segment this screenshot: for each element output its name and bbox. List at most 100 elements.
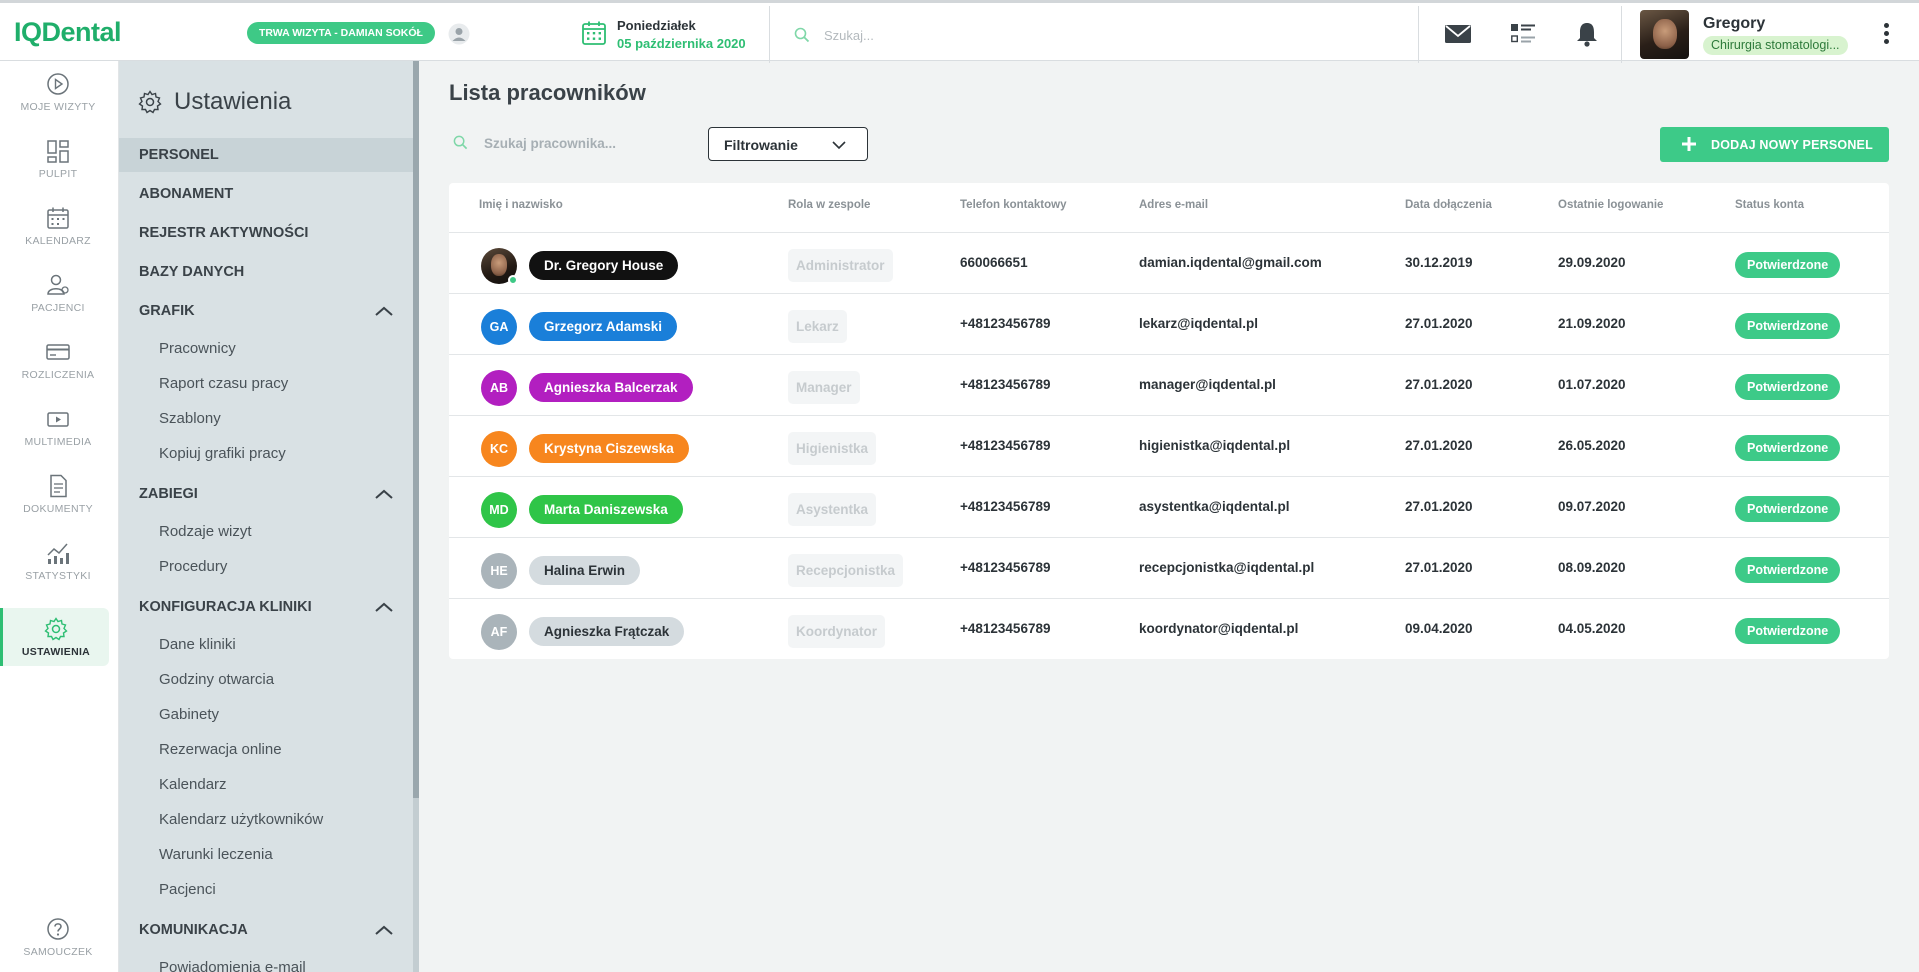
- column-header-joined[interactable]: Data dołączenia: [1405, 199, 1492, 211]
- play-circle-icon: [47, 73, 69, 95]
- settings-section-komunikacja[interactable]: KOMUNIKACJA: [119, 913, 413, 947]
- section-label: KONFIGURACJA KLINIKI: [139, 599, 312, 615]
- global-search-input[interactable]: [824, 23, 1224, 47]
- nav-pacjenci[interactable]: PACJENCI: [0, 264, 116, 322]
- employee-search-input[interactable]: [484, 131, 674, 155]
- employee-name[interactable]: Grzegorz Adamski: [529, 312, 678, 341]
- avatar: [481, 248, 518, 285]
- employee-name[interactable]: Halina Erwin: [529, 556, 641, 585]
- nav-samouczek[interactable]: SAMOUCZEK: [0, 908, 116, 966]
- global-search[interactable]: [790, 23, 1290, 47]
- employee-name[interactable]: Marta Daniszewska: [529, 495, 683, 524]
- chevron-up-icon[interactable]: [374, 304, 394, 318]
- settings-item-godziny[interactable]: Godziny otwarcia: [159, 671, 274, 688]
- ongoing-visit-badge[interactable]: TRWA WIZYTA - DAMIAN SOKÓŁ: [247, 22, 435, 44]
- chevron-up-icon[interactable]: [374, 600, 394, 614]
- nav-label: USTAWIENIA: [21, 646, 91, 658]
- status-badge: Potwierdzone: [1735, 557, 1841, 583]
- settings-section-konfiguracja[interactable]: KONFIGURACJA KLINIKI: [119, 590, 413, 624]
- settings-item-dane-kliniki[interactable]: Dane kliniki: [159, 636, 236, 653]
- column-header-name[interactable]: Imię i nazwisko: [479, 199, 563, 211]
- nav-label: SAMOUCZEK: [23, 946, 93, 958]
- nav-rozliczenia[interactable]: ROZLICZENIA: [0, 331, 116, 389]
- avatar: GA: [481, 309, 517, 345]
- table-row[interactable]: Dr. Gregory House Administrator 66006665…: [449, 232, 1889, 293]
- more-menu-icon[interactable]: [1880, 21, 1892, 49]
- chevron-up-icon[interactable]: [374, 487, 394, 501]
- settings-item-warunki[interactable]: Warunki leczenia: [159, 846, 273, 863]
- settings-item-raport[interactable]: Raport czasu pracy: [159, 375, 288, 392]
- settings-item-szablony[interactable]: Szablony: [159, 410, 221, 427]
- nav-multimedia[interactable]: MULTIMEDIA: [0, 398, 116, 456]
- nav-pulpit[interactable]: PULPIT: [0, 130, 116, 188]
- task-list-icon[interactable]: [1508, 20, 1538, 48]
- nav-ustawienia[interactable]: USTAWIENIA: [0, 608, 109, 666]
- status-badge: Potwierdzone: [1735, 252, 1841, 278]
- column-header-last-login[interactable]: Ostatnie logowanie: [1558, 199, 1663, 211]
- column-header-status[interactable]: Status konta: [1735, 199, 1804, 211]
- settings-item-pracownicy[interactable]: Pracownicy: [159, 340, 236, 357]
- settings-item-gabinety[interactable]: Gabinety: [159, 706, 219, 723]
- settings-section-bazy[interactable]: BAZY DANYCH: [119, 255, 413, 289]
- notifications-bell-icon[interactable]: [1572, 20, 1602, 48]
- employee-name[interactable]: Agnieszka Balcerzak: [529, 373, 693, 402]
- employee-email: higienistka@iqdental.pl: [1139, 438, 1291, 453]
- mail-icon[interactable]: [1443, 20, 1473, 48]
- online-indicator: [508, 275, 518, 285]
- employee-name[interactable]: Krystyna Ciszewska: [529, 434, 689, 463]
- filter-dropdown[interactable]: Filtrowanie: [708, 127, 868, 161]
- settings-item-kalendarz[interactable]: Kalendarz: [159, 776, 227, 793]
- nav-dokumenty[interactable]: DOKUMENTY: [0, 465, 116, 523]
- user-name[interactable]: Gregory: [1703, 15, 1765, 33]
- table-row[interactable]: MD Marta Daniszewska Asystentka +4812345…: [449, 476, 1889, 537]
- status-badge: Potwierdzone: [1735, 313, 1841, 339]
- table-row[interactable]: KC Krystyna Ciszewska Higienistka +48123…: [449, 415, 1889, 476]
- settings-item-procedury[interactable]: Procedury: [159, 558, 227, 575]
- nav-moje-wizyty[interactable]: MOJE WIZYTY: [0, 63, 116, 121]
- employee-role: Asystentka: [788, 493, 877, 526]
- settings-section-abonament[interactable]: ABONAMENT: [119, 177, 413, 211]
- user-icon[interactable]: [448, 23, 470, 45]
- section-label: KOMUNIKACJA: [139, 922, 248, 938]
- table-row[interactable]: AB Agnieszka Balcerzak Manager +48123456…: [449, 354, 1889, 415]
- credit-card-icon: [46, 344, 70, 360]
- status-badge: Potwierdzone: [1735, 374, 1841, 400]
- nav-kalendarz[interactable]: KALENDARZ: [0, 197, 116, 255]
- table-row[interactable]: HE Halina Erwin Recepcjonistka +48123456…: [449, 537, 1889, 598]
- settings-item-pacjenci[interactable]: Pacjenci: [159, 881, 216, 898]
- employee-search[interactable]: [449, 131, 679, 155]
- column-header-phone[interactable]: Telefon kontaktowy: [960, 199, 1067, 211]
- employee-name[interactable]: Dr. Gregory House: [529, 251, 679, 280]
- settings-section-grafik[interactable]: GRAFIK: [119, 294, 413, 328]
- main-content: Lista pracowników Filtrowanie DODAJ NOWY…: [419, 61, 1919, 972]
- add-staff-button[interactable]: DODAJ NOWY PERSONEL: [1660, 127, 1889, 162]
- settings-item-rezerwacja[interactable]: Rezerwacja online: [159, 741, 282, 758]
- settings-item-kalendarz-uzytkownikow[interactable]: Kalendarz użytkowników: [159, 811, 323, 828]
- dashboard-icon: [47, 140, 69, 163]
- employee-role: Administrator: [788, 249, 893, 282]
- user-avatar[interactable]: [1640, 10, 1689, 59]
- stats-icon: [47, 543, 69, 564]
- main-nav-rail: MOJE WIZYTY PULPIT KALENDARZ PACJENCI RO…: [0, 61, 119, 972]
- settings-section-rejestr[interactable]: REJESTR AKTYWNOŚCI: [119, 216, 413, 250]
- settings-section-personel[interactable]: PERSONEL: [119, 138, 413, 172]
- patients-icon: [47, 274, 69, 295]
- settings-section-zabiegi[interactable]: ZABIEGI: [119, 477, 413, 511]
- nav-statystyki[interactable]: STATYSTYKI: [0, 532, 116, 590]
- table-row[interactable]: AF Agnieszka Frątczak Koordynator +48123…: [449, 598, 1889, 659]
- column-header-email[interactable]: Adres e-mail: [1139, 199, 1208, 211]
- nav-label: PULPIT: [38, 168, 78, 180]
- nav-label: DOKUMENTY: [23, 503, 93, 515]
- app-logo[interactable]: IQDental: [14, 17, 122, 48]
- column-header-role[interactable]: Rola w zespole: [788, 199, 870, 211]
- avatar: AF: [481, 614, 517, 650]
- add-staff-label: DODAJ NOWY PERSONEL: [1711, 138, 1873, 152]
- employee-joined: 09.04.2020: [1405, 621, 1473, 636]
- section-label: ABONAMENT: [139, 186, 234, 202]
- chevron-up-icon[interactable]: [374, 923, 394, 937]
- table-row[interactable]: GA Grzegorz Adamski Lekarz +48123456789 …: [449, 293, 1889, 354]
- settings-item-kopiuj[interactable]: Kopiuj grafiki pracy: [159, 445, 286, 462]
- settings-item-rodzaje[interactable]: Rodzaje wizyt: [159, 523, 252, 540]
- employee-name[interactable]: Agnieszka Frątczak: [529, 617, 685, 646]
- settings-item-powiadomienia[interactable]: Powiadomienia e-mail: [159, 959, 306, 972]
